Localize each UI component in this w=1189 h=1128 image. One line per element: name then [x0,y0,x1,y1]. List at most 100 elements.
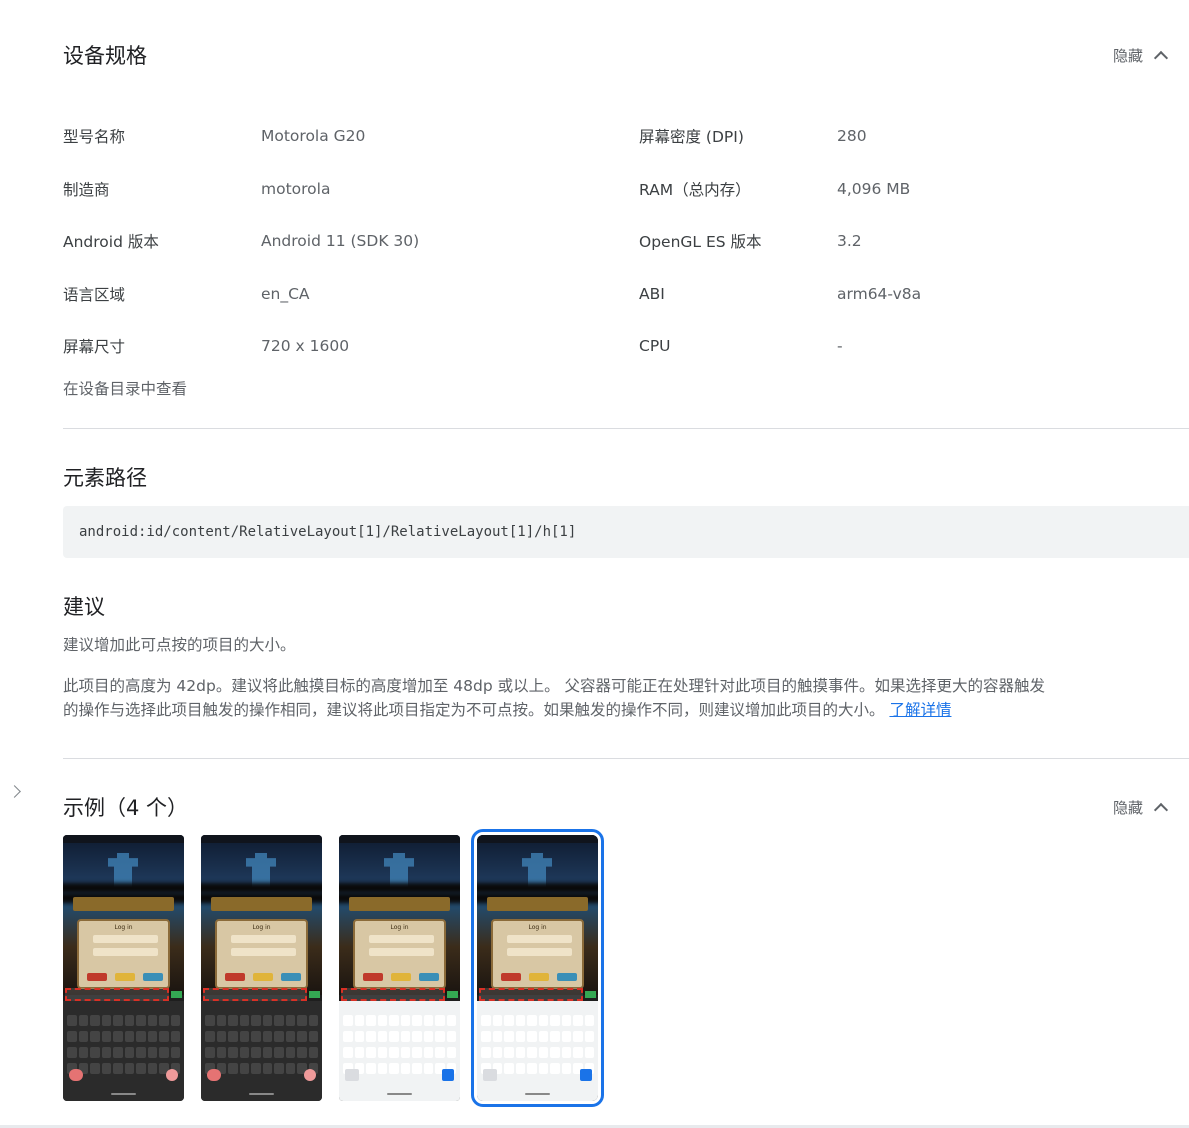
keyboard-key [573,1015,583,1026]
keyboard-row [67,1063,180,1074]
keyboard-key [573,1047,583,1058]
keyboard-key [481,1015,491,1026]
keyboard-key [67,1015,77,1026]
keyboard-key [113,1031,123,1042]
dialog-button [501,973,521,981]
keyboard-key [124,1047,134,1058]
keyboard-key [343,1031,353,1042]
dialog-button [225,973,245,981]
device-specs-header: 设备规格 隐藏 [63,40,1169,70]
keyboard-key [481,1047,491,1058]
keyboard-key [515,1015,525,1026]
touch-target-highlight [341,988,445,1001]
title-banner [73,897,174,911]
keyboard-row [67,1031,180,1042]
chevron-up-icon [1153,47,1169,63]
keyboard-key [308,1047,318,1058]
keyboard-key [124,1031,134,1042]
chevron-right-icon[interactable] [10,784,24,798]
keyboard-key [377,1015,387,1026]
keyboard-key [239,1015,249,1026]
keyboard-key [343,1047,353,1058]
keyboard-key [389,1015,399,1026]
keyboard-key [527,1015,537,1026]
keyboard-key [78,1047,88,1058]
keyboard-key [354,1047,364,1058]
keyboard-key [504,1031,514,1042]
keyboard-key [136,1047,146,1058]
dialog-button [419,973,439,981]
keyboard-key [159,1031,169,1042]
chevron-up-icon [1153,799,1169,815]
confirm-key [580,1069,592,1081]
login-dialog: Log in [353,919,446,989]
status-bar [63,835,184,843]
learn-more-link[interactable]: 了解详情 [889,701,951,719]
confirm-key [304,1069,316,1081]
go-button [447,991,458,998]
numeric-key [345,1069,359,1081]
spec-row: 语言区域 en_CA ABI arm64-v8a [63,268,1163,321]
keyboard-key [550,1015,560,1026]
spec-label: 制造商 [63,180,110,199]
examples-hide-toggle[interactable]: 隐藏 [1113,797,1169,818]
element-path-box: android:id/content/RelativeLayout[1]/Rel… [63,506,1189,558]
keyboard-key [412,1031,422,1042]
username-field [507,935,572,943]
keyboard-key [423,1031,433,1042]
keyboard-key [550,1063,560,1074]
keyboard-key [124,1015,134,1026]
redaction-bar [339,883,460,893]
keyboard-key [400,1031,410,1042]
keyboard-row [205,1063,318,1074]
example-thumbnail[interactable]: Log in [201,835,322,1101]
keyboard-key [170,1031,180,1042]
keyboard-key [78,1015,88,1026]
keyboard-key [239,1031,249,1042]
keyboard-key [239,1047,249,1058]
spec-row: 型号名称 Motorola G20 屏幕密度 (DPI) 280 [63,110,1163,163]
keyboard-key [354,1015,364,1026]
keyboard-key [377,1063,387,1074]
keyboard-key [228,1047,238,1058]
keyboard-key [366,1015,376,1026]
spec-value: - [837,337,843,356]
dialog-button [115,973,135,981]
keyboard-key [67,1031,77,1042]
suggestion-detail-line2-wrap: 的操作与选择此项目触发的操作相同，建议将此项目指定为不可点按。如果触发的操作不同… [63,698,1143,722]
spec-label: 屏幕密度 (DPI) [639,128,744,147]
keyboard-key [262,1063,272,1074]
spec-row: Android 版本 Android 11 (SDK 30) OpenGL ES 版… [63,215,1163,268]
keyboard-key [561,1031,571,1042]
suggestion-title: 建议 [63,595,105,619]
keyboard-key [538,1015,548,1026]
examples-header: 示例（4 个） 隐藏 [63,792,1169,822]
confirm-key [442,1069,454,1081]
keyboard-key [573,1031,583,1042]
keyboard-key [584,1015,594,1026]
example-thumbnail[interactable]: Log in [63,835,184,1101]
example-thumbnail[interactable]: Log in [471,829,604,1107]
device-specs-title: 设备规格 [63,44,147,68]
keyboard-key [136,1063,146,1074]
device-specs-hide-toggle[interactable]: 隐藏 [1113,45,1169,66]
keyboard-key [538,1047,548,1058]
keyboard-row [343,1047,456,1058]
keyboard-key [400,1047,410,1058]
keyboard-key [435,1047,445,1058]
keyboard-key [412,1063,422,1074]
username-field [93,935,158,943]
example-thumbnail[interactable]: Log in [339,835,460,1101]
view-in-device-catalog-link[interactable]: 在设备目录中查看 [63,377,187,399]
keyboard-row [67,1047,180,1058]
spec-value: 3.2 [837,232,862,251]
keyboard-row [205,1047,318,1058]
keyboard-key [113,1063,123,1074]
keyboard-key [170,1015,180,1026]
keyboard-key [492,1015,502,1026]
keyboard-key [297,1047,307,1058]
spec-value: 4,096 MB [837,179,911,198]
keyboard-key [423,1047,433,1058]
keyboard [339,1001,460,1101]
password-field [507,948,572,956]
